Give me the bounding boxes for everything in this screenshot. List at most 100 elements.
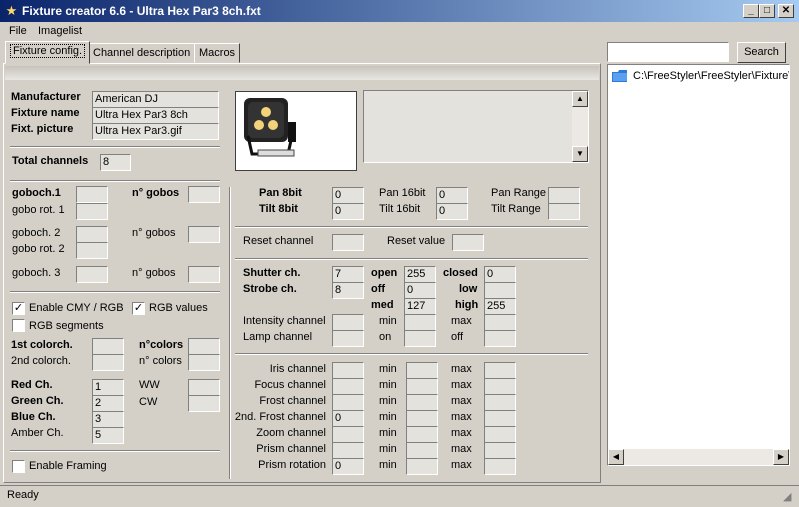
goboch2-label: goboch. 2 bbox=[12, 227, 61, 239]
enable-framing-checkbox[interactable] bbox=[12, 460, 25, 473]
channel-max-field[interactable] bbox=[484, 426, 516, 443]
total-channels-field[interactable]: 8 bbox=[100, 154, 131, 171]
low-field[interactable] bbox=[484, 282, 516, 299]
fixture-picture-field[interactable]: Ultra Hex Par3.gif bbox=[92, 123, 219, 140]
ncolors2-field[interactable] bbox=[188, 354, 220, 371]
channel-max-field[interactable] bbox=[484, 378, 516, 395]
channel-min-field[interactable] bbox=[406, 410, 438, 427]
shutter-channel-field[interactable]: 7 bbox=[332, 266, 364, 283]
nogobos2-field[interactable] bbox=[188, 226, 220, 243]
menu-imagelist[interactable]: Imagelist bbox=[38, 25, 82, 37]
reset-value-field[interactable] bbox=[452, 234, 484, 251]
search-input[interactable] bbox=[607, 42, 729, 62]
close-button[interactable]: ✕ bbox=[778, 4, 794, 18]
goboch3-field[interactable] bbox=[76, 266, 108, 283]
strobe-channel-field[interactable]: 8 bbox=[332, 282, 364, 299]
channel-row-field[interactable] bbox=[332, 378, 364, 395]
ww-channel-field[interactable] bbox=[188, 379, 220, 396]
nogobos3-field[interactable] bbox=[188, 266, 220, 283]
resize-grip-icon[interactable]: ◢ bbox=[783, 490, 791, 503]
search-button[interactable]: Search bbox=[737, 42, 786, 63]
amber-channel-field[interactable]: 5 bbox=[92, 427, 124, 444]
description-scrollbar[interactable]: ▲ ▼ bbox=[572, 91, 588, 162]
channel-min-field[interactable] bbox=[406, 426, 438, 443]
tree-hscrollbar[interactable]: ◀ ▶ bbox=[608, 449, 789, 465]
channel-max-label: max bbox=[451, 459, 472, 471]
open-field[interactable]: 255 bbox=[404, 266, 436, 283]
channel-min-label: min bbox=[379, 443, 397, 455]
blue-channel-field[interactable]: 3 bbox=[92, 411, 124, 428]
intensity-channel-field[interactable] bbox=[332, 314, 364, 331]
green-channel-field[interactable]: 2 bbox=[92, 395, 124, 412]
rgb-segments-checkbox[interactable] bbox=[12, 319, 25, 332]
scroll-up-icon[interactable]: ▲ bbox=[572, 91, 588, 107]
cw-channel-field[interactable] bbox=[188, 395, 220, 412]
tab-fixture-config[interactable]: Fixture config. bbox=[5, 41, 91, 64]
channel-max-field[interactable] bbox=[484, 394, 516, 411]
tilt8-field[interactable]: 0 bbox=[332, 203, 364, 220]
channel-max-field[interactable] bbox=[484, 442, 516, 459]
tree-item-path[interactable]: C:\FreeStyler\FreeStyler\Fixture\ bbox=[633, 70, 789, 82]
separator bbox=[10, 180, 220, 182]
channel-min-field[interactable] bbox=[406, 378, 438, 395]
reset-channel-field[interactable] bbox=[332, 234, 364, 251]
menu-file[interactable]: File bbox=[9, 25, 27, 37]
intensity-max-field[interactable] bbox=[484, 314, 516, 331]
channel-min-field[interactable] bbox=[406, 458, 438, 475]
channel-row-field[interactable] bbox=[332, 394, 364, 411]
maximize-button[interactable]: □ bbox=[759, 4, 775, 18]
pan8-field[interactable]: 0 bbox=[332, 187, 364, 204]
channel-max-field[interactable] bbox=[484, 410, 516, 427]
channel-min-field[interactable] bbox=[406, 442, 438, 459]
lamp-on-field[interactable] bbox=[404, 330, 436, 347]
off-field[interactable]: 0 bbox=[404, 282, 436, 299]
channel-min-label: min bbox=[379, 363, 397, 375]
high-field[interactable]: 255 bbox=[484, 298, 516, 315]
gobo-rot1-label: gobo rot. 1 bbox=[12, 204, 65, 216]
tab-macros[interactable]: Macros bbox=[194, 43, 241, 63]
ncolors1-label: n°colors bbox=[139, 339, 184, 351]
channel-max-field[interactable] bbox=[484, 362, 516, 379]
colorch1-field[interactable] bbox=[92, 338, 124, 355]
channel-min-field[interactable] bbox=[406, 362, 438, 379]
goboch2-field[interactable] bbox=[76, 226, 108, 243]
tilt-range-field[interactable] bbox=[548, 203, 580, 220]
manufacturer-field[interactable]: American DJ bbox=[92, 91, 219, 108]
gobo-rot1-field[interactable] bbox=[76, 203, 108, 220]
channel-min-label: min bbox=[379, 395, 397, 407]
red-channel-field[interactable]: 1 bbox=[92, 379, 124, 396]
closed-field[interactable]: 0 bbox=[484, 266, 516, 283]
rgb-values-checkbox[interactable]: ✓ bbox=[132, 302, 145, 315]
lamp-off-field[interactable] bbox=[484, 330, 516, 347]
channel-row-label: Focus channel bbox=[254, 379, 326, 391]
channel-min-field[interactable] bbox=[406, 394, 438, 411]
scroll-down-icon[interactable]: ▼ bbox=[572, 146, 588, 162]
channel-row-field[interactable]: 0 bbox=[332, 458, 364, 475]
tab-channel-description[interactable]: Channel description bbox=[88, 43, 196, 63]
ww-channel-label: WW bbox=[139, 379, 160, 391]
rgb-values-label: RGB values bbox=[149, 302, 208, 314]
pan-range-field[interactable] bbox=[548, 187, 580, 204]
scroll-left-icon[interactable]: ◀ bbox=[608, 449, 624, 465]
lamp-channel-field[interactable] bbox=[332, 330, 364, 347]
channel-max-field[interactable] bbox=[484, 458, 516, 475]
tilt16-field[interactable]: 0 bbox=[436, 203, 468, 220]
ncolors1-field[interactable] bbox=[188, 338, 220, 355]
file-tree[interactable]: C:\FreeStyler\FreeStyler\Fixture\ ◀ ▶ bbox=[607, 64, 790, 466]
channel-row-field[interactable] bbox=[332, 426, 364, 443]
enable-cmy-checkbox[interactable]: ✓ bbox=[12, 302, 25, 315]
fixture-name-field[interactable]: Ultra Hex Par3 8ch bbox=[92, 107, 219, 124]
channel-row-field[interactable] bbox=[332, 362, 364, 379]
intensity-min-field[interactable] bbox=[404, 314, 436, 331]
goboch1-field[interactable] bbox=[76, 186, 108, 203]
channel-row-field[interactable] bbox=[332, 442, 364, 459]
description-textarea[interactable]: ▲ ▼ bbox=[363, 90, 589, 163]
nogobos1-field[interactable] bbox=[188, 186, 220, 203]
med-field[interactable]: 127 bbox=[404, 298, 436, 315]
channel-row-field[interactable]: 0 bbox=[332, 410, 364, 427]
minimize-button[interactable]: _ bbox=[743, 4, 759, 18]
pan16-field[interactable]: 0 bbox=[436, 187, 468, 204]
scroll-right-icon[interactable]: ▶ bbox=[773, 449, 789, 465]
gobo-rot2-field[interactable] bbox=[76, 242, 108, 259]
colorch2-field[interactable] bbox=[92, 354, 124, 371]
